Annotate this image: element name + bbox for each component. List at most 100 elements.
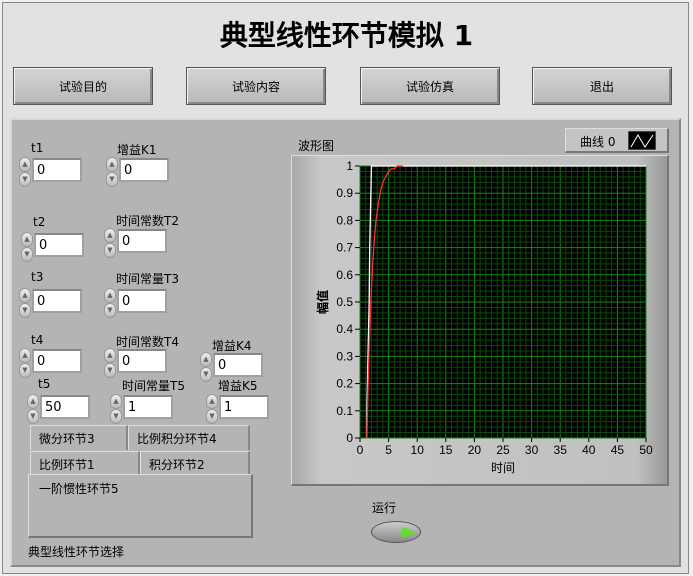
y-tick-label: 0.9 bbox=[336, 186, 353, 200]
play-icon bbox=[402, 527, 416, 538]
y-tick-label: 0.5 bbox=[336, 295, 353, 309]
y-tick-label: 0.3 bbox=[336, 349, 353, 363]
increment-arrow-icon[interactable]: ▲ bbox=[110, 394, 122, 409]
k4-spinner[interactable]: ▲ ▼ bbox=[200, 352, 213, 382]
experiment-content-button[interactable]: 试验内容 bbox=[186, 67, 326, 105]
t5-input[interactable]: 50 bbox=[40, 395, 90, 419]
decrement-arrow-icon[interactable]: ▼ bbox=[19, 363, 31, 378]
t2-spinner[interactable]: ▲ ▼ bbox=[104, 228, 117, 258]
t3-input[interactable]: 0 bbox=[117, 289, 167, 313]
decrement-arrow-icon[interactable]: ▼ bbox=[104, 243, 116, 258]
experiment-simulation-button[interactable]: 试验仿真 bbox=[360, 67, 500, 105]
k1-input[interactable]: 0 bbox=[119, 158, 169, 182]
t5-label: t5 bbox=[38, 377, 51, 391]
t4-input[interactable]: 0 bbox=[32, 349, 82, 373]
increment-arrow-icon[interactable]: ▲ bbox=[106, 157, 118, 172]
increment-arrow-icon[interactable]: ▲ bbox=[104, 228, 116, 243]
tab-integral[interactable]: 积分环节2 bbox=[140, 451, 250, 475]
t3-spinner[interactable]: ▲ ▼ bbox=[19, 288, 32, 318]
t2-spinner[interactable]: ▲ ▼ bbox=[21, 232, 34, 262]
x-tick-label: 30 bbox=[525, 443, 539, 457]
legend-label: 曲线 0 bbox=[580, 135, 616, 149]
x-tick-label: 45 bbox=[611, 443, 625, 457]
t3-label: 时间常量T3 bbox=[116, 272, 179, 286]
y-axis-label: 幅值 bbox=[315, 290, 330, 314]
t5-spinner[interactable]: ▲ ▼ bbox=[27, 394, 40, 424]
x-tick-label: 40 bbox=[582, 443, 596, 457]
t1-label: t1 bbox=[31, 141, 44, 155]
page-title: 典型线性环节模拟 1 bbox=[219, 19, 474, 52]
k4-label: 增益K4 bbox=[212, 339, 252, 353]
x-tick-label: 50 bbox=[639, 443, 653, 457]
decrement-arrow-icon[interactable]: ▼ bbox=[200, 367, 212, 382]
t4-spinner[interactable]: ▲ ▼ bbox=[19, 348, 32, 378]
y-tick-label: 0.6 bbox=[336, 268, 353, 282]
x-tick-label: 10 bbox=[411, 443, 425, 457]
y-tick-label: 0.1 bbox=[336, 404, 353, 418]
selector-label: 典型线性环节选择 bbox=[28, 545, 125, 559]
increment-arrow-icon[interactable]: ▲ bbox=[19, 288, 31, 303]
waveform-chart[interactable]: 0 5 10 15 20 25 30 35 40 45 50 0 0.1 0.2 0.3 0.4 0.5 0.6 0… bbox=[291, 155, 669, 486]
x-tick-label: 15 bbox=[439, 443, 453, 457]
t4-spinner[interactable]: ▲ ▼ bbox=[104, 348, 117, 378]
tab-differential[interactable]: 微分环节3 bbox=[30, 425, 128, 450]
k5-spinner[interactable]: ▲ ▼ bbox=[206, 394, 219, 424]
k5-label: 增益K5 bbox=[218, 379, 258, 393]
x-tick-label: 20 bbox=[468, 443, 482, 457]
t5-spinner[interactable]: ▲ ▼ bbox=[110, 394, 123, 424]
tab-proportional-integral[interactable]: 比例积分环节4 bbox=[128, 425, 250, 450]
increment-arrow-icon[interactable]: ▲ bbox=[200, 352, 212, 367]
run-label: 运行 bbox=[372, 501, 397, 515]
decrement-arrow-icon[interactable]: ▼ bbox=[27, 409, 39, 424]
t3-input[interactable]: 0 bbox=[32, 289, 82, 313]
graph-label: 波形图 bbox=[298, 139, 335, 153]
y-tick-label: 1 bbox=[346, 159, 353, 173]
experiment-purpose-button[interactable]: 试验目的 bbox=[13, 67, 153, 105]
x-tick-label: 35 bbox=[554, 443, 568, 457]
decrement-arrow-icon[interactable]: ▼ bbox=[21, 247, 33, 262]
increment-arrow-icon[interactable]: ▲ bbox=[21, 232, 33, 247]
t5-label: 时间常量T5 bbox=[122, 379, 185, 393]
line-style-icon bbox=[628, 131, 656, 150]
exit-button[interactable]: 退出 bbox=[532, 67, 672, 105]
t5-input[interactable]: 1 bbox=[123, 395, 173, 419]
tab-label: 一阶惯性环节5 bbox=[39, 482, 119, 496]
t4-label: t4 bbox=[31, 333, 44, 347]
increment-arrow-icon[interactable]: ▲ bbox=[27, 394, 39, 409]
t4-input[interactable]: 0 bbox=[117, 349, 167, 373]
decrement-arrow-icon[interactable]: ▼ bbox=[19, 303, 31, 318]
t2-label: t2 bbox=[33, 215, 46, 229]
tab-first-order-inertia[interactable]: 一阶惯性环节5 bbox=[28, 474, 253, 538]
increment-arrow-icon[interactable]: ▲ bbox=[104, 288, 116, 303]
decrement-arrow-icon[interactable]: ▼ bbox=[104, 303, 116, 318]
increment-arrow-icon[interactable]: ▲ bbox=[206, 394, 218, 409]
y-tick-label: 0.7 bbox=[336, 241, 353, 255]
plot-legend[interactable]: 曲线 0 bbox=[565, 128, 669, 153]
k1-label: 增益K1 bbox=[117, 143, 157, 157]
y-tick-label: 0 bbox=[346, 431, 353, 445]
y-tick-label: 0.4 bbox=[336, 322, 353, 336]
t4-label: 时间常数T4 bbox=[116, 335, 179, 349]
decrement-arrow-icon[interactable]: ▼ bbox=[110, 409, 122, 424]
t3-label: t3 bbox=[31, 270, 44, 284]
t2-input[interactable]: 0 bbox=[117, 229, 167, 253]
t1-spinner[interactable]: ▲ ▼ bbox=[19, 157, 32, 187]
t1-input[interactable]: 0 bbox=[32, 158, 82, 182]
k1-spinner[interactable]: ▲ ▼ bbox=[106, 157, 119, 187]
increment-arrow-icon[interactable]: ▲ bbox=[104, 348, 116, 363]
y-tick-label: 0.2 bbox=[336, 377, 353, 391]
run-button[interactable] bbox=[371, 521, 421, 543]
decrement-arrow-icon[interactable]: ▼ bbox=[206, 409, 218, 424]
x-tick-label: 0 bbox=[357, 443, 364, 457]
decrement-arrow-icon[interactable]: ▼ bbox=[106, 172, 118, 187]
t2-input[interactable]: 0 bbox=[34, 233, 84, 257]
decrement-arrow-icon[interactable]: ▼ bbox=[104, 363, 116, 378]
k5-input[interactable]: 1 bbox=[219, 395, 269, 419]
y-tick-label: 0.8 bbox=[336, 213, 353, 227]
k4-input[interactable]: 0 bbox=[213, 353, 263, 377]
increment-arrow-icon[interactable]: ▲ bbox=[19, 348, 31, 363]
t3-spinner[interactable]: ▲ ▼ bbox=[104, 288, 117, 318]
increment-arrow-icon[interactable]: ▲ bbox=[19, 157, 31, 172]
decrement-arrow-icon[interactable]: ▼ bbox=[19, 172, 31, 187]
tab-proportional[interactable]: 比例环节1 bbox=[30, 451, 140, 475]
